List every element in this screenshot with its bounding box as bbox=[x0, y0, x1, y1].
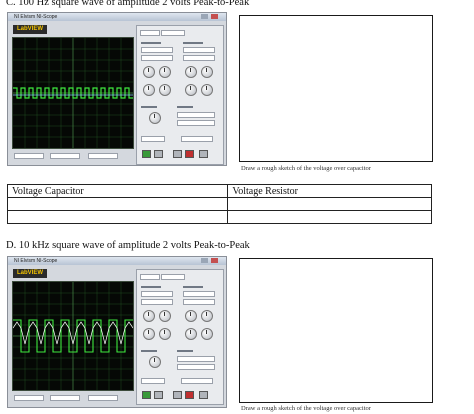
sketch-caption-d: Draw a rough sketch of the voltage over … bbox=[241, 405, 371, 412]
knob[interactable] bbox=[159, 84, 171, 96]
source-select[interactable] bbox=[183, 299, 215, 305]
help-button[interactable] bbox=[173, 391, 182, 399]
source-select[interactable] bbox=[141, 55, 173, 61]
timebase-knob[interactable] bbox=[149, 112, 161, 124]
channel-select[interactable] bbox=[183, 47, 215, 53]
label bbox=[141, 350, 157, 352]
label bbox=[183, 286, 203, 288]
knob[interactable] bbox=[143, 66, 155, 78]
stop-button[interactable] bbox=[185, 150, 194, 158]
measure-field[interactable] bbox=[14, 153, 44, 159]
minimize-icon bbox=[201, 258, 208, 263]
knob[interactable] bbox=[185, 328, 197, 340]
table-row bbox=[6, 210, 432, 224]
knob[interactable] bbox=[185, 66, 197, 78]
cell-resistor[interactable] bbox=[227, 197, 432, 211]
measure-field[interactable] bbox=[50, 395, 80, 401]
acquire-select[interactable] bbox=[141, 378, 165, 384]
scope-grid-d bbox=[13, 282, 133, 390]
minimize-icon bbox=[201, 14, 208, 19]
log-select[interactable] bbox=[181, 136, 213, 142]
label bbox=[141, 42, 161, 44]
section-d-heading: D. 10 kHz square wave of amplitude 2 vol… bbox=[6, 240, 250, 251]
knob[interactable] bbox=[185, 84, 197, 96]
source-select[interactable] bbox=[183, 55, 215, 61]
trigger-select[interactable] bbox=[177, 356, 215, 362]
knob[interactable] bbox=[201, 310, 213, 322]
run-button[interactable] bbox=[142, 150, 151, 158]
knob[interactable] bbox=[159, 310, 171, 322]
measure-field[interactable] bbox=[50, 153, 80, 159]
tab[interactable] bbox=[161, 30, 185, 36]
section-c-heading: C. 100 Hz square wave of amplitude 2 vol… bbox=[6, 0, 250, 8]
export-button[interactable] bbox=[199, 391, 208, 399]
knob[interactable] bbox=[201, 66, 213, 78]
knob[interactable] bbox=[201, 84, 213, 96]
label bbox=[183, 42, 203, 44]
knob[interactable] bbox=[143, 328, 155, 340]
measure-field[interactable] bbox=[88, 153, 118, 159]
table-row bbox=[6, 197, 432, 211]
tab[interactable] bbox=[140, 30, 160, 36]
tab[interactable] bbox=[161, 274, 185, 280]
close-icon bbox=[211, 14, 218, 19]
knob[interactable] bbox=[143, 84, 155, 96]
window-titlebar: NI Elvism NI-Scope bbox=[8, 257, 226, 265]
scope-grid-c bbox=[13, 38, 133, 148]
header-voltage-resistor: Voltage Resistor bbox=[227, 184, 432, 198]
cell-capacitor[interactable] bbox=[6, 197, 229, 211]
channel-select[interactable] bbox=[141, 47, 173, 53]
source-select[interactable] bbox=[141, 299, 173, 305]
timebase-knob[interactable] bbox=[149, 356, 161, 368]
window-titlebar: NI Elvism NI-Scope bbox=[8, 13, 226, 21]
oscilloscope-display bbox=[12, 37, 134, 149]
pause-button[interactable] bbox=[154, 391, 163, 399]
tab[interactable] bbox=[140, 274, 160, 280]
stop-button[interactable] bbox=[185, 391, 194, 399]
run-button[interactable] bbox=[142, 391, 151, 399]
trigger-level[interactable] bbox=[177, 120, 215, 126]
knob[interactable] bbox=[143, 310, 155, 322]
sketch-caption-c: Draw a rough sketch of the voltage over … bbox=[241, 165, 371, 172]
header-voltage-capacitor: Voltage Capacitor bbox=[6, 184, 229, 198]
acquire-select[interactable] bbox=[141, 136, 165, 142]
knob[interactable] bbox=[159, 328, 171, 340]
knob[interactable] bbox=[159, 66, 171, 78]
channel-select[interactable] bbox=[141, 291, 173, 297]
label bbox=[177, 350, 193, 352]
cell-capacitor[interactable] bbox=[6, 210, 229, 224]
trigger-select[interactable] bbox=[177, 112, 215, 118]
oscilloscope-screenshot-c: NI Elvism NI-Scope LabVIEW bbox=[7, 12, 227, 166]
knob[interactable] bbox=[201, 328, 213, 340]
sketch-box-d[interactable] bbox=[239, 258, 433, 403]
cell-resistor[interactable] bbox=[227, 210, 432, 224]
channel-select[interactable] bbox=[183, 291, 215, 297]
close-icon bbox=[211, 258, 218, 263]
label bbox=[177, 106, 193, 108]
sketch-box-c[interactable] bbox=[239, 15, 433, 162]
export-button[interactable] bbox=[199, 150, 208, 158]
measure-field[interactable] bbox=[14, 395, 44, 401]
knob[interactable] bbox=[185, 310, 197, 322]
oscilloscope-screenshot-d: NI Elvism NI-Scope LabVIEW bbox=[7, 256, 227, 408]
oscilloscope-display bbox=[12, 281, 134, 391]
trigger-level[interactable] bbox=[177, 364, 215, 370]
help-button[interactable] bbox=[173, 150, 182, 158]
labview-logo: LabVIEW bbox=[13, 25, 47, 34]
table-header-row: Voltage Capacitor Voltage Resistor bbox=[6, 184, 432, 198]
pause-button[interactable] bbox=[154, 150, 163, 158]
control-panel bbox=[136, 269, 224, 405]
control-panel bbox=[136, 25, 224, 165]
log-select[interactable] bbox=[181, 378, 213, 384]
labview-logo: LabVIEW bbox=[13, 269, 47, 278]
voltage-table: Voltage Capacitor Voltage Resistor bbox=[6, 184, 432, 224]
measure-field[interactable] bbox=[88, 395, 118, 401]
label bbox=[141, 286, 161, 288]
label bbox=[141, 106, 157, 108]
